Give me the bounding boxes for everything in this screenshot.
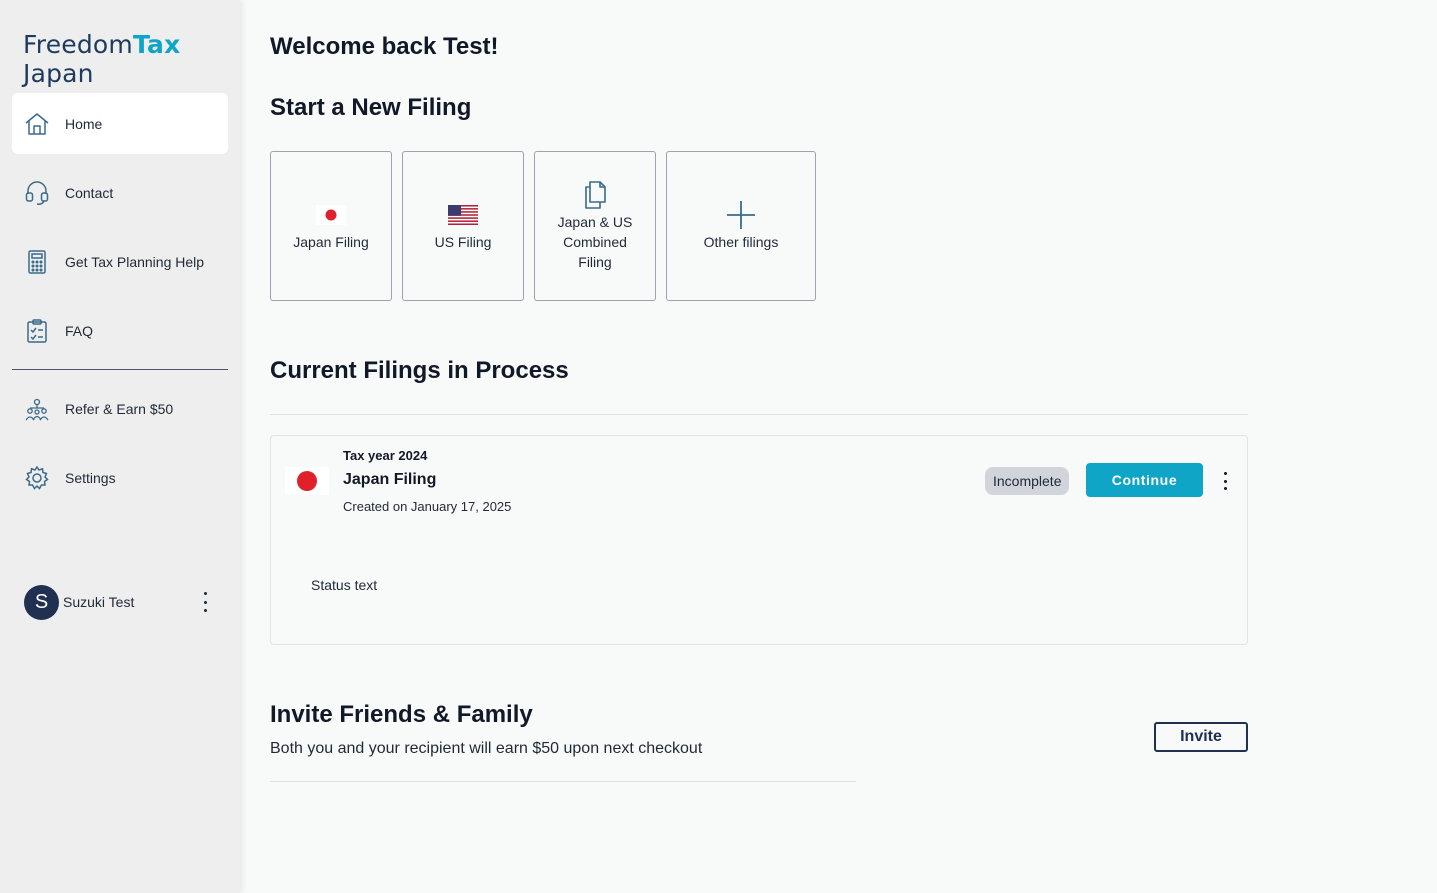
sidebar-item-label: Settings: [65, 469, 116, 486]
sidebar-item-label: Refer & Earn $50: [65, 400, 174, 417]
section-divider: [270, 414, 1248, 415]
plus-icon: [725, 200, 757, 230]
sidebar-item-label: Get Tax Planning Help: [65, 253, 205, 270]
invite-heading: Invite Friends & Family: [270, 701, 533, 728]
created-date: Created on January 17, 2025: [343, 499, 512, 514]
home-icon: [24, 111, 50, 137]
us-filing-card[interactable]: US Filing: [402, 151, 524, 301]
page-title: Welcome back Test!: [270, 33, 499, 60]
headset-icon: [24, 180, 50, 206]
japan-filing-card[interactable]: Japan Filing: [270, 151, 392, 301]
sidebar-item-refer[interactable]: Refer & Earn $50: [12, 378, 228, 439]
sidebar-item-home[interactable]: Home: [12, 93, 228, 154]
clipboard-check-icon: [24, 318, 50, 344]
main-content: Welcome back Test! Start a New Filing Ja…: [240, 0, 1437, 893]
brand-logo[interactable]: FreedomTax Japan: [23, 30, 240, 88]
current-filings-heading: Current Filings in Process: [270, 357, 569, 384]
sidebar-item-tax-planning[interactable]: Get Tax Planning Help: [12, 231, 228, 292]
brand-part-tax: Tax: [132, 30, 181, 59]
sidebar-item-settings[interactable]: Settings: [12, 447, 228, 508]
japan-flag-icon: [285, 467, 329, 495]
filing-option-label: Japan Filing: [293, 234, 369, 250]
brand-part-japan: Japan: [23, 59, 94, 88]
sidebar: FreedomTax Japan Home Contact Get Tax Pl…: [0, 0, 240, 893]
sidebar-divider: [12, 369, 228, 370]
filing-title: Japan Filing: [343, 471, 437, 488]
avatar: S: [24, 584, 59, 620]
brand-part-freedom: Freedom: [23, 30, 133, 59]
us-flag-icon: [448, 200, 478, 230]
status-badge: Incomplete: [985, 467, 1070, 495]
sidebar-item-faq[interactable]: FAQ: [12, 300, 228, 361]
sidebar-item-label: Home: [65, 115, 103, 132]
invite-divider: [270, 781, 856, 782]
user-menu-icon[interactable]: [200, 592, 210, 612]
status-text: Status text: [311, 577, 378, 593]
filing-option-label: US Filing: [434, 234, 492, 250]
current-filing-card: Tax year 2024 Japan Filing Created on Ja…: [270, 435, 1248, 645]
user-name: Suzuki Test: [63, 594, 135, 610]
invite-subtitle: Both you and your recipient will earn $5…: [270, 740, 703, 757]
user-profile[interactable]: S Suzuki Test: [24, 584, 224, 620]
filing-option-label: Other filings: [703, 234, 779, 250]
filing-menu-icon[interactable]: [1220, 472, 1230, 490]
people-network-icon: [24, 396, 50, 422]
tax-year: Tax year 2024: [343, 448, 428, 463]
other-filings-card[interactable]: Other filings: [666, 151, 816, 301]
japan-flag-icon: [316, 200, 346, 230]
sidebar-item-label: Contact: [65, 184, 114, 201]
sidebar-item-contact[interactable]: Contact: [12, 162, 228, 223]
documents-icon: [581, 180, 609, 210]
combined-filing-card[interactable]: Japan & US Combined Filing: [534, 151, 656, 301]
new-filing-heading: Start a New Filing: [270, 94, 472, 121]
sidebar-item-label: FAQ: [65, 322, 94, 339]
invite-button[interactable]: Invite: [1154, 722, 1248, 752]
calculator-icon: [24, 249, 50, 275]
filing-option-label: Japan & US Combined Filing: [557, 214, 633, 270]
continue-button[interactable]: Continue: [1086, 463, 1203, 497]
gear-icon: [24, 465, 50, 491]
